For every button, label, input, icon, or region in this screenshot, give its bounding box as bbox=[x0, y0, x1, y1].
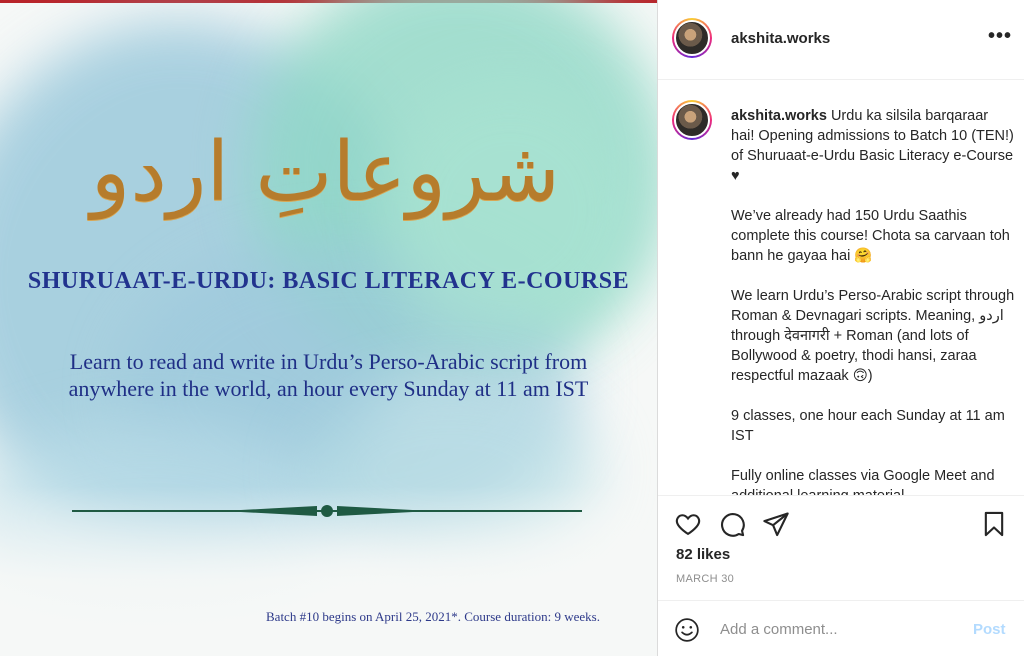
caption-username[interactable]: akshita.works bbox=[731, 108, 827, 124]
caption-paragraph: We learn Urdu’s Perso-Arabic script thro… bbox=[731, 288, 1015, 384]
more-horizontal-icon[interactable]: ••• bbox=[988, 26, 1011, 50]
caption-text: akshita.works Urdu ka silsila barqaraar … bbox=[731, 106, 1015, 495]
avatar[interactable] bbox=[672, 18, 712, 58]
post-image[interactable]: شروعاتِ اردو SHURUAAT-E-URDU: BASIC LITE… bbox=[0, 0, 657, 656]
comment-icon[interactable] bbox=[718, 510, 746, 538]
heart-icon[interactable] bbox=[674, 510, 702, 538]
post-actions: 82 likes MARCH 30 bbox=[658, 495, 1024, 595]
course-description: Learn to read and write in Urdu’s Perso-… bbox=[68, 349, 589, 401]
caption-paragraph: 9 classes, one hour each Sunday at 11 am… bbox=[731, 408, 1005, 444]
urdu-calligraphy-title: شروعاتِ اردو bbox=[90, 125, 560, 220]
post-date[interactable]: MARCH 30 bbox=[676, 573, 734, 585]
caption-paragraph: Fully online classes via Google Meet and… bbox=[731, 468, 995, 495]
caption-paragraph: We’ve already had 150 Urdu Saathis compl… bbox=[731, 208, 1010, 264]
share-icon[interactable] bbox=[762, 510, 790, 538]
post-side-panel: akshita.works ••• akshita.works Urdu ka … bbox=[657, 0, 1024, 656]
comment-bar: Post bbox=[658, 600, 1024, 656]
course-title: SHURUAAT-E-URDU: BASIC LITERACY E-COURSE bbox=[27, 268, 630, 294]
bookmark-icon[interactable] bbox=[980, 510, 1008, 538]
header-username[interactable]: akshita.works bbox=[731, 30, 830, 47]
batch-note: Batch #10 begins on April 25, 2021*. Cou… bbox=[266, 609, 600, 624]
post-header: akshita.works ••• bbox=[658, 0, 1024, 80]
likes-count[interactable]: 82 likes bbox=[676, 546, 730, 563]
emoji-icon[interactable] bbox=[674, 617, 700, 643]
caption-area: akshita.works Urdu ka silsila barqaraar … bbox=[658, 80, 1024, 495]
ornamental-divider bbox=[72, 505, 582, 517]
post-comment-button[interactable]: Post bbox=[973, 621, 1006, 638]
comment-input[interactable] bbox=[720, 615, 960, 643]
caption-avatar[interactable] bbox=[672, 100, 712, 140]
caption-paragraph: akshita.works Urdu ka silsila barqaraar … bbox=[731, 108, 1014, 184]
